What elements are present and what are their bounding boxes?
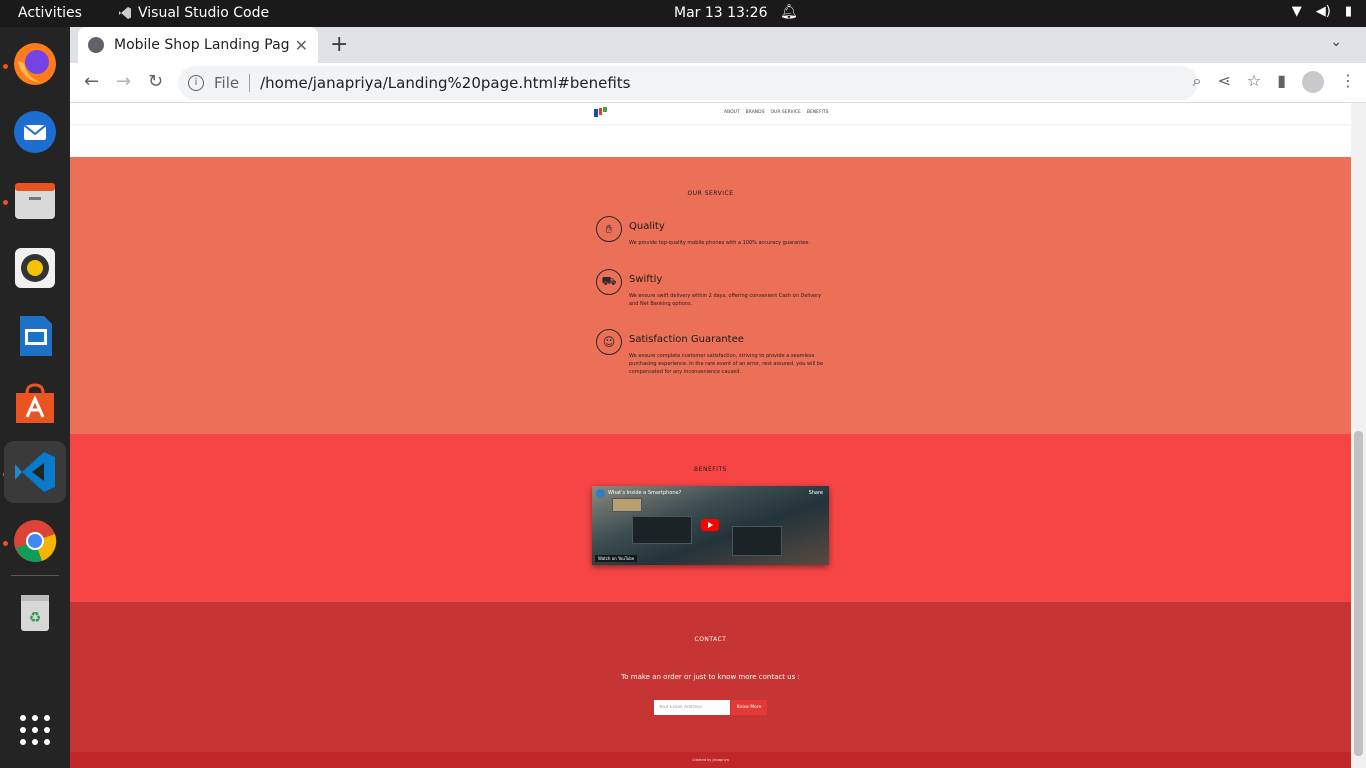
site-navbar: ABOUT BRANDS OUR SERVICE BENEFITS	[70, 103, 1351, 124]
rhythmbox-icon	[15, 248, 55, 288]
firefox-icon	[14, 43, 56, 85]
tab-strip: Mobile Shop Landing Pag ✕ + ⌄	[70, 27, 1366, 63]
service-section: OUR SERVICE ✋︎ Quality We provide top-qu…	[70, 157, 1351, 434]
circuit-chip	[732, 526, 782, 556]
volume-icon: ◀)	[1315, 4, 1331, 19]
battery-icon: ▮	[1344, 4, 1352, 19]
contact-text: To make an order or just to know more co…	[621, 673, 800, 681]
activities-button[interactable]: Activities	[18, 5, 82, 21]
video-share-button[interactable]: Share	[809, 490, 823, 496]
dock-rhythmbox[interactable]	[10, 243, 60, 293]
site-logo[interactable]	[594, 107, 608, 119]
running-indicator	[3, 64, 8, 69]
site-nav-links: ABOUT BRANDS OUR SERVICE BENEFITS	[724, 110, 829, 115]
dock-thunderbird[interactable]	[10, 107, 60, 157]
feature-heading: Swiftly	[629, 274, 663, 285]
circuit-chip	[612, 498, 642, 512]
address-bar[interactable]: i File /home/janapriya/Landing%20page.ht…	[178, 66, 1198, 100]
app-store-icon	[16, 383, 54, 423]
dock-firefox[interactable]	[10, 39, 60, 89]
feature-description: We ensure swift delivery within 2 days, …	[629, 293, 822, 307]
nav-link-about[interactable]: ABOUT	[724, 110, 740, 115]
zoom-icon[interactable]: ⌕	[1192, 71, 1201, 93]
info-icon[interactable]: i	[188, 75, 204, 91]
feature-heading: Quality	[629, 221, 665, 232]
dock-files[interactable]	[10, 175, 60, 225]
browser-tab[interactable]: Mobile Shop Landing Pag ✕	[78, 27, 318, 63]
url-text[interactable]: /home/janapriya/Landing%20page.html#bene…	[260, 74, 630, 92]
system-tray[interactable]: ▼ ◀) ▮	[1292, 4, 1352, 19]
site-footer: Created by Janapriya	[70, 752, 1351, 768]
vscode-icon	[15, 452, 55, 492]
circuit-chip	[632, 516, 692, 544]
chevron-down-icon[interactable]: ⌄	[1330, 34, 1342, 50]
nav-link-our-service[interactable]: OUR SERVICE	[770, 110, 800, 115]
feature-heading: Satisfaction Guarantee	[629, 334, 744, 345]
profile-avatar[interactable]	[1302, 71, 1324, 93]
benefits-title: BENEFITS	[694, 466, 727, 473]
page-scrollbar[interactable]	[1351, 103, 1366, 768]
bookmark-star-icon[interactable]: ☆	[1247, 71, 1261, 93]
close-icon[interactable]: ✕	[295, 36, 308, 55]
chrome-icon	[14, 520, 57, 562]
document-icon	[20, 316, 52, 356]
email-input[interactable]	[654, 700, 730, 715]
clock[interactable]: Mar 13 13:26	[674, 5, 767, 21]
watch-on-youtube-link[interactable]: Watch on YouTube	[595, 555, 638, 562]
tab-title: Mobile Shop Landing Pag	[114, 37, 289, 53]
dock: ♻	[0, 27, 70, 768]
contact-title: CONTACT	[694, 636, 727, 643]
reload-icon[interactable]: ↻	[148, 71, 163, 92]
new-tab-button[interactable]: +	[330, 32, 348, 57]
scrollbar-thumb[interactable]	[1354, 431, 1363, 756]
files-icon	[15, 183, 55, 219]
youtube-video-embed[interactable]: What's Inside a Smartphone? Share Watch …	[592, 486, 829, 565]
url-scheme: File	[214, 74, 240, 92]
side-panel-icon[interactable]: ▮	[1277, 71, 1286, 93]
active-app-name: Visual Studio Code	[138, 5, 270, 21]
active-app-menu[interactable]: Visual Studio Code	[118, 5, 269, 21]
feature-description: We ensure complete customer satisfaction…	[629, 353, 824, 375]
feature-description: We provide top-quality mobile phones wit…	[629, 240, 811, 246]
dock-chrome[interactable]	[10, 516, 60, 566]
wifi-icon: ▼	[1291, 4, 1302, 19]
running-indicator	[3, 541, 8, 546]
smiley-face-icon: ☺	[596, 329, 622, 355]
toolbar-actions: ⌕ ⋖ ☆ ▮ ⋮	[1192, 71, 1356, 93]
video-title[interactable]: What's Inside a Smartphone?	[608, 490, 681, 496]
back-arrow-icon[interactable]: ←	[84, 71, 99, 92]
thunderbird-icon	[14, 111, 56, 153]
know-more-button[interactable]: Know More	[731, 700, 767, 715]
dock-trash[interactable]: ♻	[10, 587, 60, 637]
running-indicator	[3, 200, 8, 205]
svg-text:♻: ♻	[29, 610, 42, 626]
nav-link-brands[interactable]: BRANDS	[746, 110, 765, 115]
trash-icon: ♻	[21, 595, 49, 631]
dock-vscode[interactable]	[4, 441, 66, 503]
app-grid-icon	[20, 715, 50, 745]
page-viewport: ABOUT BRANDS OUR SERVICE BENEFITS OUR SE…	[70, 103, 1351, 768]
show-applications-button[interactable]	[10, 705, 60, 755]
benefits-section: BENEFITS What's Inside a Smartphone? Sha…	[70, 434, 1351, 602]
hand-phone-icon: ✋︎	[596, 216, 622, 242]
more-menu-icon[interactable]: ⋮	[1340, 71, 1356, 93]
system-top-bar: Activities Visual Studio Code Mar 13 13:…	[0, 0, 1366, 27]
browser-toolbar: ← → ↻ i File /home/janapriya/Landing%20p…	[70, 63, 1366, 103]
browser-window: Mobile Shop Landing Pag ✕ + ⌄ ← → ↻ i Fi…	[70, 27, 1366, 768]
share-icon[interactable]: ⋖	[1217, 71, 1230, 93]
service-title: OUR SERVICE	[687, 190, 734, 197]
contact-section: CONTACT To make an order or just to know…	[70, 602, 1351, 752]
nav-link-benefits[interactable]: BENEFITS	[807, 110, 829, 115]
play-button-icon[interactable]	[701, 519, 719, 531]
divider	[249, 74, 251, 92]
vscode-icon	[119, 7, 131, 19]
channel-logo[interactable]	[596, 489, 605, 498]
globe-icon	[88, 37, 104, 53]
forward-arrow-icon[interactable]: →	[116, 71, 131, 92]
notification-bell-icon: 🔔︎	[780, 4, 798, 20]
delivery-truck-icon: ⛟	[596, 269, 622, 295]
dock-libreoffice-impress[interactable]	[10, 311, 60, 361]
dock-separator	[11, 575, 59, 576]
dock-app-center[interactable]	[10, 379, 60, 429]
